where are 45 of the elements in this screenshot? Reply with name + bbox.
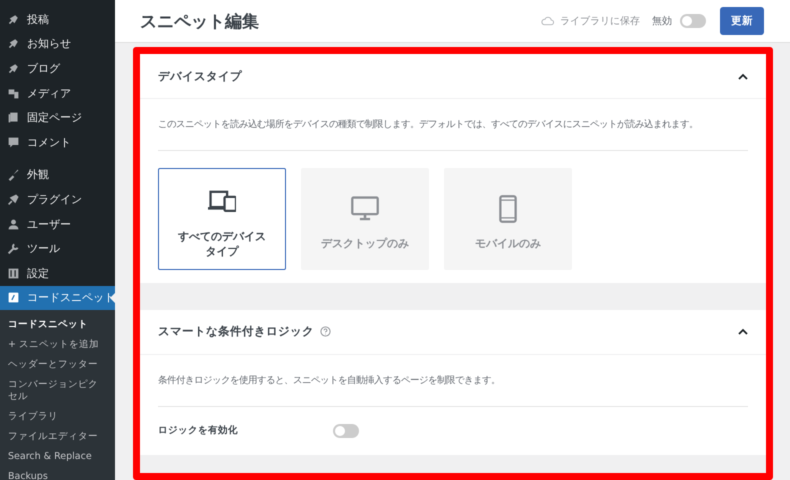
help-icon[interactable] xyxy=(320,326,331,338)
sidebar-item[interactable]: ツール xyxy=(0,236,115,261)
submenu-item[interactable]: コードスニペット xyxy=(0,316,115,336)
menu-icon xyxy=(7,62,20,75)
toggle-switch[interactable] xyxy=(333,424,359,438)
sidebar-item[interactable]: 外観 xyxy=(0,162,115,188)
submenu-item[interactable]: Search & Replace xyxy=(0,448,115,468)
toggle-label: ロジックを有効化 xyxy=(158,424,239,438)
sidebar-item[interactable]: 固定ページ xyxy=(0,105,115,130)
sidebar-item[interactable]: コメント xyxy=(0,130,115,155)
menu-icon xyxy=(7,37,20,50)
sidebar-item[interactable]: お知らせ xyxy=(0,32,115,56)
section-title: デバイスタイプ xyxy=(158,68,242,84)
menu-icon xyxy=(7,291,20,304)
sidebar-item[interactable]: プラグイン xyxy=(0,187,115,212)
sidebar-item[interactable]: ユーザー xyxy=(0,212,115,236)
menu-icon xyxy=(7,111,20,124)
submenu-item[interactable]: + スニペットを追加 xyxy=(0,336,115,356)
status-label: 無効 xyxy=(652,14,672,28)
sidebar-item[interactable]: 投稿 xyxy=(0,7,115,32)
section-title: スマートな条件付きロジック xyxy=(158,324,314,340)
menu-icon xyxy=(7,218,20,231)
submenu-item[interactable]: コンバージョンピクセル xyxy=(0,376,115,408)
chevron-up-icon[interactable] xyxy=(738,328,748,336)
toggle-switch[interactable] xyxy=(680,14,706,28)
sidebar-item[interactable]: メディア xyxy=(0,80,115,106)
sidebar-item[interactable]: 設定 xyxy=(0,260,115,286)
section-description: このスニペットを読み込む場所をデバイスの種類で制限します。デフォルトでは、すべてのデバイスにスニペットが読み込まれます。 xyxy=(158,99,748,151)
menu-icon xyxy=(7,86,20,100)
menu-icon xyxy=(7,266,20,280)
sidebar-item[interactable]: ブログ xyxy=(0,56,115,81)
update-button[interactable]: 更新 xyxy=(720,7,764,35)
menu-icon xyxy=(7,192,20,206)
page-title: スニペット編集 xyxy=(140,10,260,32)
chevron-up-icon[interactable] xyxy=(738,72,748,80)
section-description: 条件付きロジックを使用すると、スニペットを自動挿入するページを制限できます。 xyxy=(158,354,748,407)
submenu-item[interactable]: ライブラリ xyxy=(0,408,115,428)
device-option-card[interactable]: すべてのデバイスタイプ xyxy=(158,168,286,270)
submenu-item[interactable]: ヘッダーとフッター xyxy=(0,356,115,376)
menu-icon xyxy=(7,136,20,149)
menu-icon xyxy=(7,242,20,256)
menu-icon xyxy=(7,168,20,182)
cloud-icon xyxy=(541,16,554,26)
submenu-item[interactable]: ファイルエディター xyxy=(0,428,115,448)
menu-icon xyxy=(7,12,20,26)
